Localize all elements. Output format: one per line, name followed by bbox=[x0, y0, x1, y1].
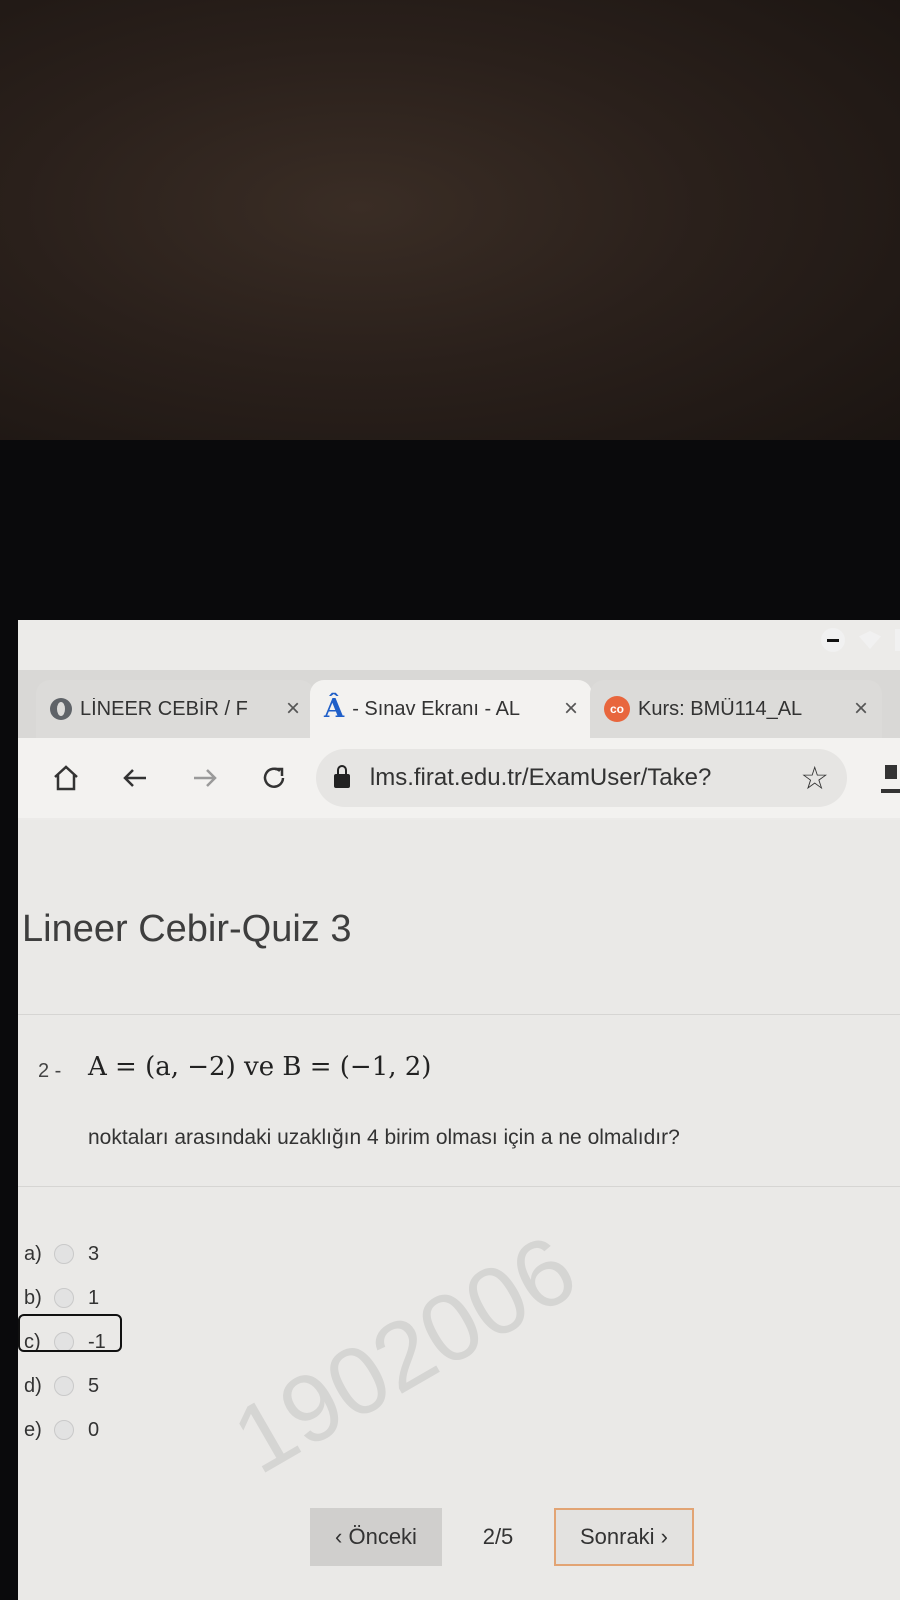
tab-lineer-cebir[interactable]: LİNEER CEBİR / F × bbox=[36, 680, 314, 738]
question-text: noktaları arasındaki uzaklığın 4 birim o… bbox=[88, 1126, 680, 1149]
globe-icon bbox=[50, 698, 72, 720]
radio-button[interactable] bbox=[54, 1244, 74, 1264]
wifi-icon bbox=[859, 631, 881, 649]
arrow-right-icon bbox=[193, 769, 217, 787]
divider bbox=[18, 1186, 900, 1187]
option-value: 0 bbox=[88, 1418, 100, 1441]
radio-button[interactable] bbox=[54, 1288, 74, 1308]
do-not-disturb-icon bbox=[821, 628, 845, 652]
page-counter: 2/5 bbox=[482, 1524, 514, 1549]
arrow-left-icon bbox=[123, 769, 147, 787]
back-button[interactable] bbox=[113, 755, 156, 801]
lock-icon bbox=[333, 765, 350, 788]
cc-logo-icon: co bbox=[604, 696, 630, 722]
browser-window: LİNEER CEBİR / F × Â - Sınav Ekranı - AL… bbox=[18, 620, 900, 1600]
divider bbox=[18, 1014, 900, 1015]
radio-button[interactable] bbox=[54, 1420, 74, 1440]
download-icon[interactable] bbox=[881, 763, 900, 793]
close-icon[interactable]: × bbox=[564, 695, 578, 723]
option-d[interactable]: d) 5 bbox=[24, 1364, 106, 1408]
next-button[interactable]: Sonraki › bbox=[554, 1508, 694, 1566]
question-formula: A = (a, −2) ve B = (−1, 2) bbox=[88, 1052, 432, 1082]
close-icon[interactable]: × bbox=[854, 695, 868, 723]
page-content: Lineer Cebir-Quiz 3 2 - A = (a, −2) ve B… bbox=[18, 820, 900, 1600]
option-letter: b) bbox=[24, 1286, 42, 1309]
tab-title: Kurs: BMÜ114_AL bbox=[638, 697, 803, 720]
option-letter: e) bbox=[24, 1418, 42, 1441]
option-value: 3 bbox=[88, 1242, 100, 1265]
battery-icon bbox=[895, 629, 900, 651]
option-a[interactable]: a) 3 bbox=[24, 1232, 106, 1276]
question-number: 2 - bbox=[38, 1060, 62, 1082]
option-e[interactable]: e) 0 bbox=[24, 1408, 106, 1452]
watermark: 1902006 bbox=[216, 1214, 594, 1495]
tab-kurs[interactable]: co Kurs: BMÜ114_AL × bbox=[590, 680, 882, 738]
background-room bbox=[0, 0, 900, 460]
a-logo-icon: Â bbox=[324, 694, 345, 724]
answer-options: a) 3 b) 1 c) -1 d) 5 e) 0 bbox=[18, 1232, 122, 1452]
option-value: 5 bbox=[88, 1374, 100, 1397]
previous-button[interactable]: ‹ Önceki bbox=[310, 1508, 442, 1566]
home-button[interactable] bbox=[44, 755, 87, 801]
close-icon[interactable]: × bbox=[286, 695, 300, 723]
tab-title: - Sınav Ekranı - AL bbox=[352, 697, 521, 720]
pagination: ‹ Önceki 2/5 Sonraki › bbox=[310, 1508, 694, 1566]
option-letter: a) bbox=[24, 1242, 42, 1265]
star-icon[interactable]: ☆ bbox=[800, 759, 829, 797]
tab-title: LİNEER CEBİR / F bbox=[80, 697, 248, 720]
reload-icon bbox=[263, 767, 285, 788]
address-bar[interactable]: lms.firat.edu.tr/ExamUser/Take? ☆ bbox=[315, 749, 848, 807]
tab-sinav-ekrani[interactable]: Â - Sınav Ekranı - AL × bbox=[310, 680, 592, 738]
tab-strip: LİNEER CEBİR / F × Â - Sınav Ekranı - AL… bbox=[18, 670, 900, 738]
option-value: 1 bbox=[88, 1286, 100, 1309]
browser-toolbar: lms.firat.edu.tr/ExamUser/Take? ☆ bbox=[18, 738, 900, 818]
reload-button[interactable] bbox=[252, 755, 295, 801]
home-icon bbox=[53, 765, 78, 791]
page-title: Lineer Cebir-Quiz 3 bbox=[22, 908, 352, 950]
radio-button[interactable] bbox=[54, 1376, 74, 1396]
hand-drawn-mark bbox=[18, 1314, 122, 1352]
status-bar bbox=[821, 628, 900, 652]
url-text[interactable]: lms.firat.edu.tr/ExamUser/Take? bbox=[370, 764, 793, 792]
option-letter: d) bbox=[24, 1374, 42, 1397]
forward-button[interactable] bbox=[183, 755, 226, 801]
